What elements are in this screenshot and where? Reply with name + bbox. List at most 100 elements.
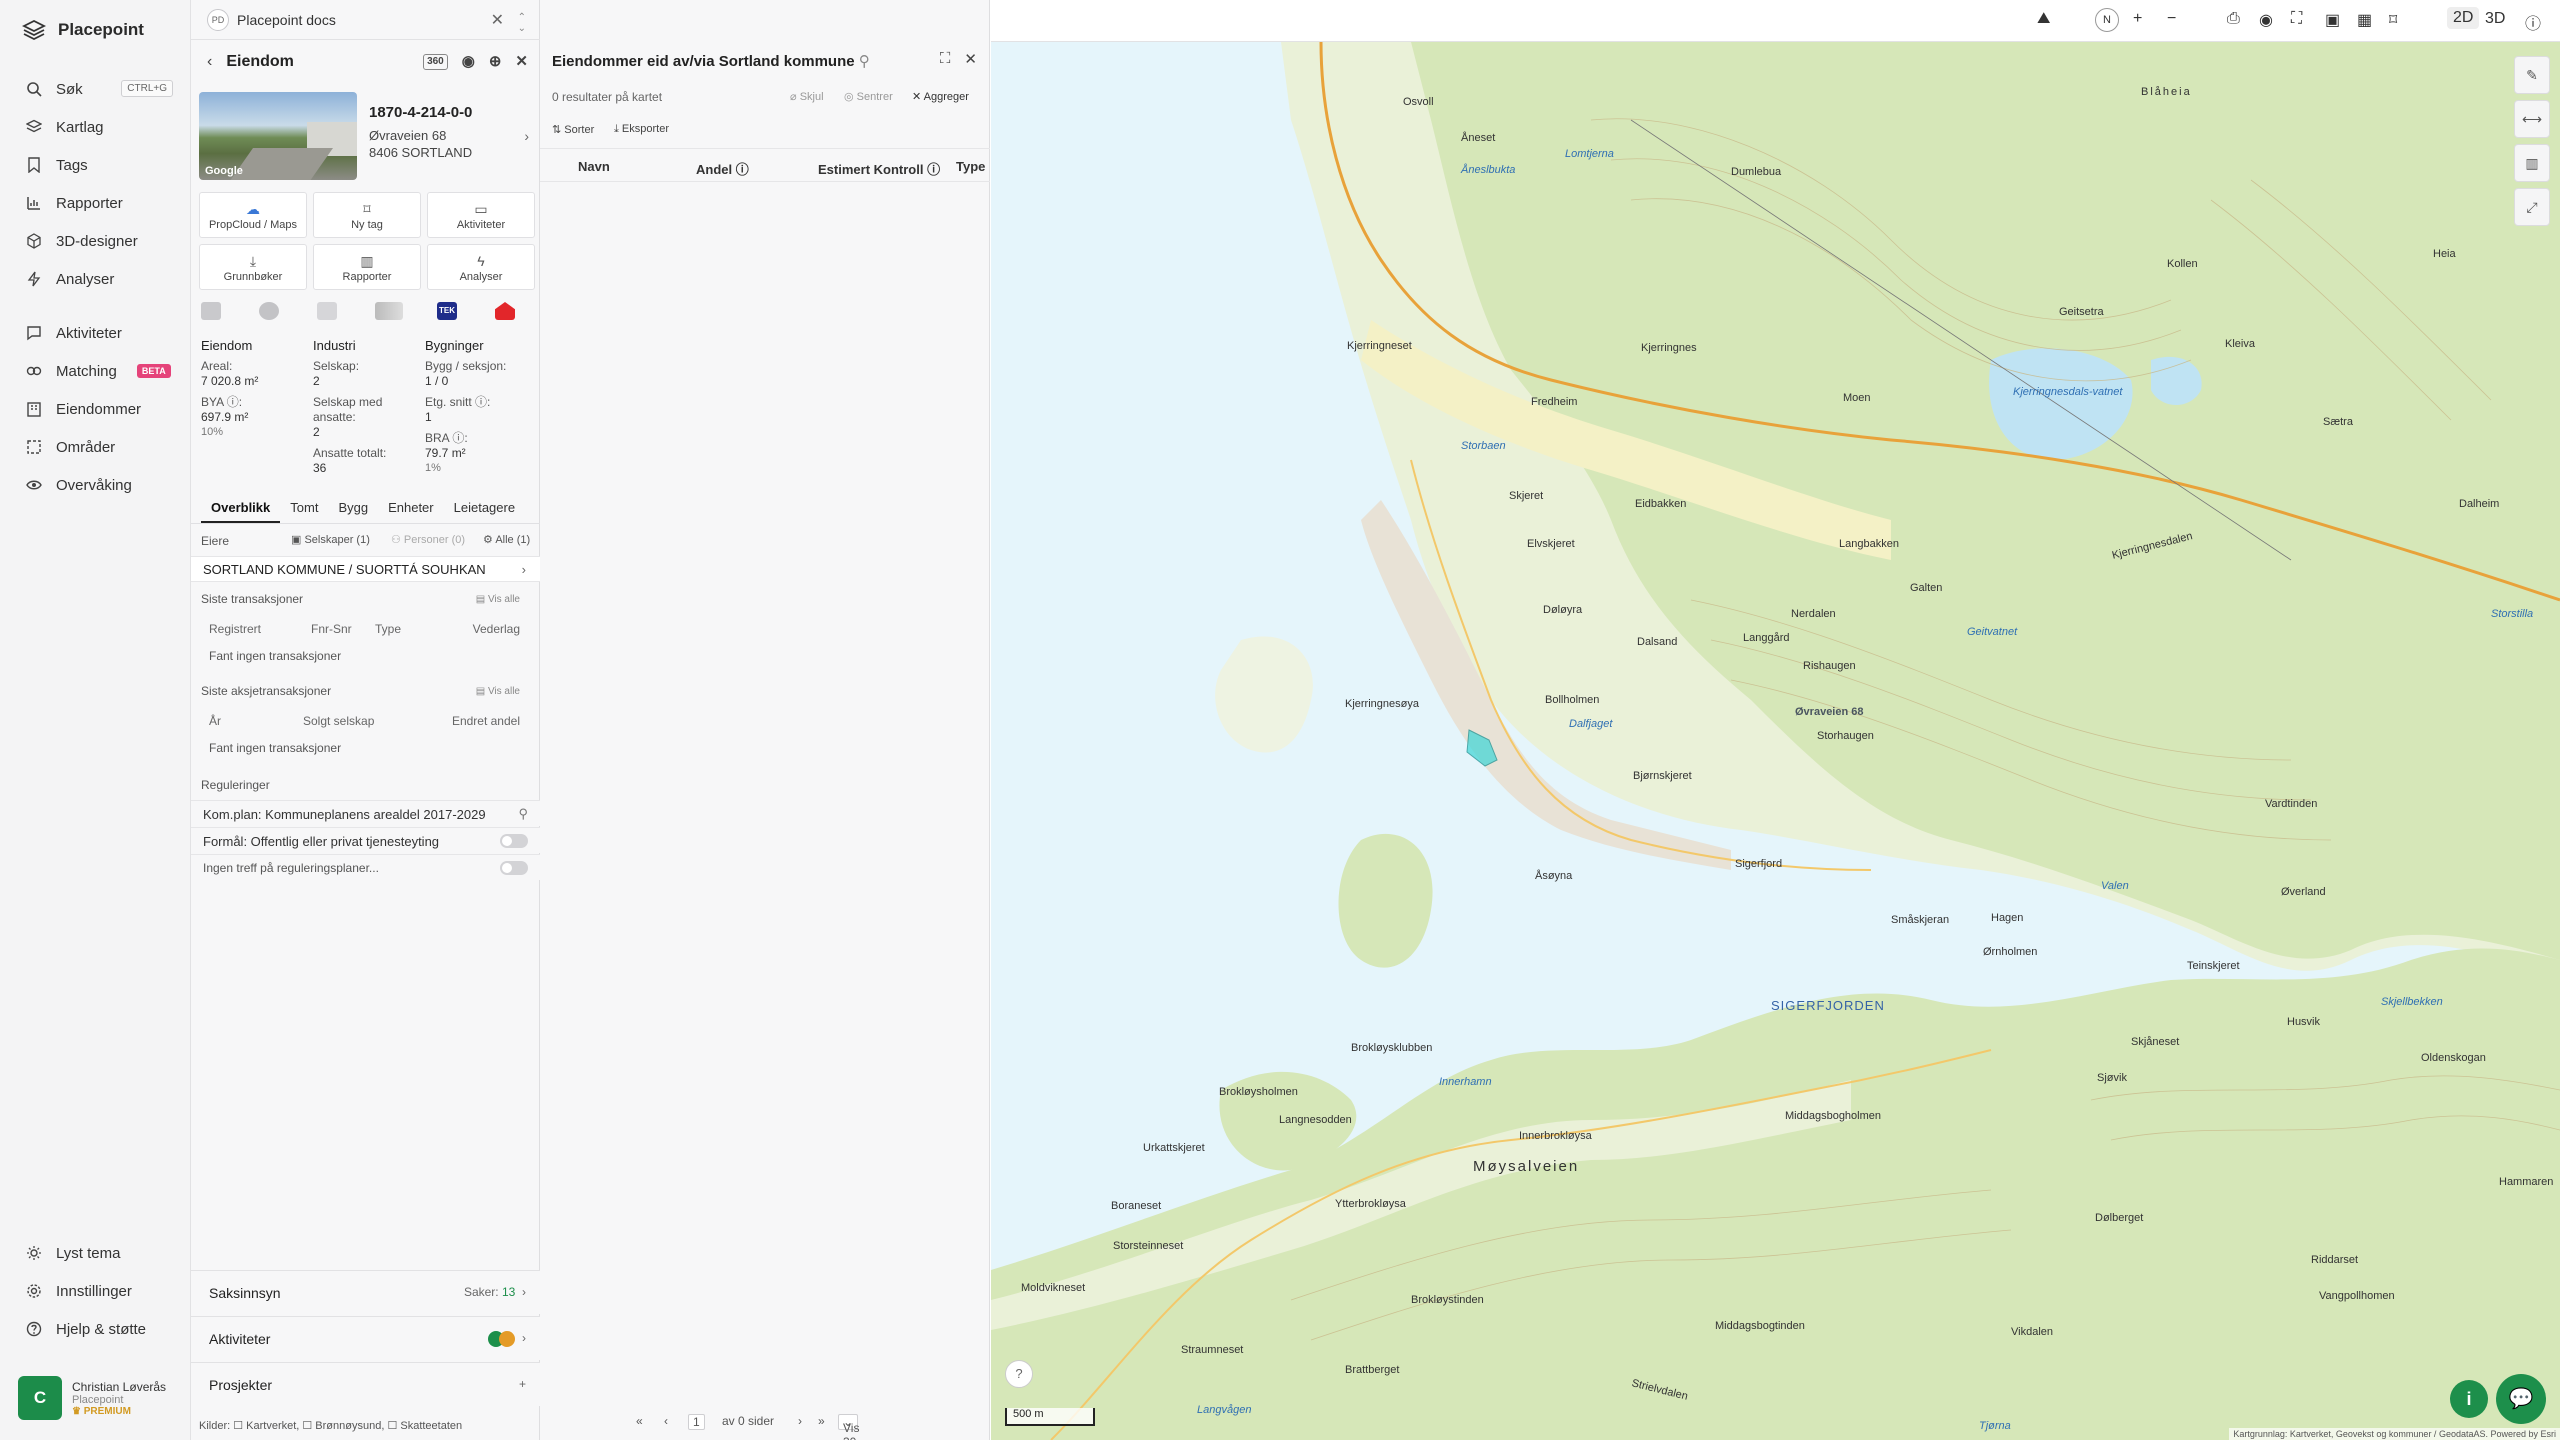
- add-icon[interactable]: ⊕: [489, 52, 502, 70]
- filter-all[interactable]: ⚙ Alle (1): [483, 533, 530, 546]
- nav-item-analyser[interactable]: Analyser: [0, 260, 191, 298]
- register-icon[interactable]: [201, 302, 221, 320]
- filter-persons[interactable]: ⚇ Personer (0): [391, 533, 465, 546]
- mode-3d-button[interactable]: 3D: [2485, 10, 2505, 28]
- nav-item-lyst-tema[interactable]: Lyst tema: [0, 1234, 191, 1272]
- chevron-right-icon[interactable]: ›: [524, 128, 529, 144]
- globe-icon[interactable]: [259, 302, 279, 320]
- tab-bygg[interactable]: Bygg: [328, 496, 378, 523]
- user-card[interactable]: C Christian Løverås Placepoint ♛ PREMIUM: [18, 1374, 178, 1422]
- new-tag-button[interactable]: ⌑ Ny tag: [313, 192, 421, 238]
- last-page-icon[interactable]: »: [818, 1414, 825, 1428]
- col-estimert-kontroll[interactable]: Estimert Kontroll ⓘ: [818, 159, 940, 178]
- chat-button[interactable]: 💬: [2496, 1374, 2546, 1424]
- sort-button[interactable]: ⇅ Sorter: [552, 123, 594, 136]
- mode-2d-button[interactable]: 2D: [2447, 7, 2480, 29]
- saksinnsyn-section[interactable]: Saksinnsyn Saker: 13 ›: [191, 1270, 540, 1314]
- col-type[interactable]: Type: [956, 159, 985, 174]
- activities-button[interactable]: ▭ Aktiviteter: [427, 192, 535, 238]
- compass-icon[interactable]: N: [2095, 8, 2119, 32]
- measure-icon[interactable]: ⟷: [2514, 100, 2550, 138]
- docs-bar[interactable]: PD Placepoint docs ✕ ⌃ ⌄: [191, 0, 540, 40]
- tek-icon[interactable]: TEK: [437, 302, 457, 320]
- export-button[interactable]: ⤓ Eksporter: [614, 123, 669, 136]
- nav-item-hjelp[interactable]: Hjelp & støtte: [0, 1310, 191, 1348]
- analyses-button[interactable]: ϟ Analyser: [427, 244, 535, 290]
- zoom-out-icon[interactable]: −: [2167, 10, 2176, 28]
- fullscreen-icon[interactable]: ⛶: [2291, 10, 2302, 28]
- owner-row[interactable]: SORTLAND KOMMUNE / SUORTTÁ SOUHKAN ›: [191, 556, 540, 582]
- grunnboker-button[interactable]: ⤓ Grunnbøker: [199, 244, 307, 290]
- draw-icon[interactable]: ✎: [2514, 56, 2550, 94]
- tab-leietagere[interactable]: Leietagere: [444, 496, 525, 523]
- print-icon[interactable]: ⎙: [2227, 10, 2240, 28]
- share-transactions-see-all[interactable]: ▤ Vis alle: [476, 686, 520, 697]
- nav-item-aktiviteter[interactable]: Aktiviteter: [0, 314, 191, 352]
- nav-item-matching[interactable]: Matching BETA: [0, 352, 191, 390]
- map-view[interactable]: Øvraveien 68 Osvoll Åneset Blåheia Kjerr…: [991, 0, 2560, 1440]
- purpose-toggle[interactable]: [500, 834, 528, 848]
- property-info[interactable]: 1870-4-214-0-0 Øvraveien 68 8406 SORTLAN…: [369, 104, 472, 161]
- profile-icon[interactable]: ⤢: [2514, 188, 2550, 226]
- regulation-purpose-row[interactable]: Formål: Offentlig eller privat tjenestey…: [191, 827, 540, 853]
- nav-item-eiendommer[interactable]: Eiendommer: [0, 390, 191, 428]
- reports-button[interactable]: ▥ Rapporter: [313, 244, 421, 290]
- per-page-select[interactable]: Vis 30 ⌄: [838, 1414, 859, 1440]
- col-navn[interactable]: Navn: [578, 159, 610, 174]
- stats-value: 2: [313, 374, 320, 388]
- nav-item-3d-designer[interactable]: 3D-designer: [0, 222, 191, 260]
- streetview-thumbnail[interactable]: Google: [199, 92, 357, 180]
- link-icon[interactable]: ⚲: [859, 53, 870, 70]
- fullscreen-icon[interactable]: ⛶: [940, 50, 951, 68]
- first-page-icon[interactable]: «: [636, 1414, 643, 1428]
- camera-icon[interactable]: ▣: [2325, 10, 2340, 30]
- grid-icon[interactable]: ▦: [2357, 10, 2372, 30]
- bars-icon[interactable]: [375, 302, 403, 320]
- nav-item-overvaking[interactable]: Overvåking: [0, 466, 191, 504]
- tab-overblikk[interactable]: Overblikk: [201, 496, 281, 523]
- house-icon[interactable]: [495, 302, 515, 320]
- nav-item-kartlag[interactable]: Kartlag: [0, 108, 191, 146]
- nav-item-innstillinger[interactable]: Innstillinger: [0, 1272, 191, 1310]
- tab-tomt[interactable]: Tomt: [280, 496, 328, 523]
- hide-button[interactable]: ⌀ Skjul: [790, 90, 824, 103]
- info-icon[interactable]: ⓘ: [2525, 10, 2541, 34]
- view-360-icon[interactable]: 360: [423, 54, 448, 70]
- center-button[interactable]: ◎ Sentrer: [844, 90, 893, 103]
- next-page-icon[interactable]: ›: [798, 1414, 802, 1428]
- link-icon[interactable]: ⚲: [518, 806, 528, 822]
- prosjekter-section[interactable]: Prosjekter +: [191, 1362, 540, 1406]
- expand-collapse-icon[interactable]: ⌃ ⌄: [518, 12, 526, 34]
- regulation-plan-row[interactable]: Kom.plan: Kommuneplanens arealdel 2017-2…: [191, 800, 540, 826]
- back-icon[interactable]: ‹: [207, 53, 212, 71]
- eye-icon[interactable]: ◉: [462, 52, 475, 70]
- plant-icon[interactable]: [317, 302, 337, 320]
- close-icon[interactable]: ✕: [964, 50, 977, 68]
- nav-item-rapporter[interactable]: Rapporter: [0, 184, 191, 222]
- tab-enheter[interactable]: Enheter: [378, 496, 444, 523]
- layers-3d-icon[interactable]: ⛰: [2037, 10, 2050, 28]
- close-icon[interactable]: ✕: [515, 52, 528, 70]
- add-project-icon[interactable]: +: [519, 1377, 526, 1391]
- info-button[interactable]: i: [2450, 1380, 2488, 1418]
- chart-icon[interactable]: ▥: [2514, 144, 2550, 182]
- eye-icon[interactable]: ◉: [2259, 10, 2273, 30]
- propcloud-button[interactable]: ☁ PropCloud / Maps: [199, 192, 307, 238]
- transactions-see-all[interactable]: ▤ Vis alle: [476, 594, 520, 605]
- nav-item-tags[interactable]: Tags: [0, 146, 191, 184]
- brand[interactable]: Placepoint: [22, 20, 144, 40]
- aktiviteter-section[interactable]: Aktiviteter ›: [191, 1316, 540, 1360]
- zoom-in-icon[interactable]: +: [2133, 10, 2142, 28]
- regulation-none-row[interactable]: Ingen treff på reguleringsplaner...: [191, 854, 540, 880]
- filter-companies[interactable]: ▣ Selskaper (1): [291, 533, 370, 546]
- bookmark-icon[interactable]: ⌑: [2389, 10, 2397, 30]
- nav-item-omrader[interactable]: Områder: [0, 428, 191, 466]
- col-andel[interactable]: Andel ⓘ: [696, 159, 749, 178]
- nav-item-search[interactable]: Søk CTRL+G: [0, 70, 191, 108]
- regulation-toggle[interactable]: [500, 861, 528, 875]
- prev-page-icon[interactable]: ‹: [664, 1414, 668, 1428]
- aggregate-button[interactable]: ✕ Aggreger: [912, 90, 969, 103]
- help-icon[interactable]: ?: [1005, 1360, 1033, 1388]
- close-icon[interactable]: ✕: [491, 10, 504, 30]
- page-input[interactable]: 1: [688, 1414, 705, 1430]
